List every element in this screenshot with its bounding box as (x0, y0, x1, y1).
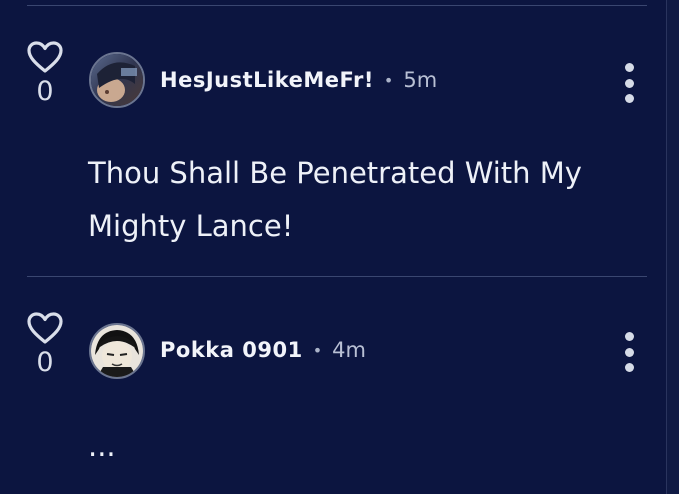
heart-icon[interactable] (26, 40, 64, 74)
timestamp: 5m (403, 68, 438, 92)
divider (27, 276, 647, 277)
meta-separator: • (383, 71, 394, 90)
like-count: 0 (36, 347, 54, 378)
more-options-icon[interactable] (622, 63, 636, 103)
more-options-icon[interactable] (622, 332, 636, 372)
heart-icon[interactable] (26, 311, 64, 345)
comment-thread: 0 HesJustLikeMeFr! • 5m Thou Shall Be Pe… (0, 0, 679, 494)
scroll-edge (666, 0, 679, 494)
comment-text: Thou Shall Be Penetrated With My Mighty … (88, 156, 582, 243)
like-control[interactable]: 0 (24, 40, 66, 105)
like-control[interactable]: 0 (24, 311, 66, 376)
comment-text: ... (88, 429, 116, 463)
avatar[interactable] (89, 323, 145, 379)
meta-separator: • (312, 341, 323, 360)
username[interactable]: Pokka 0901 (160, 338, 303, 362)
timestamp: 4m (332, 338, 366, 362)
username[interactable]: HesJustLikeMeFr! (160, 68, 374, 92)
comment-meta: HesJustLikeMeFr! • 5m (160, 70, 437, 91)
like-count: 0 (36, 76, 54, 107)
avatar-image (91, 54, 143, 106)
divider (27, 5, 647, 6)
comment-meta: Pokka 0901 • 4m (160, 340, 366, 361)
avatar-image (91, 325, 143, 377)
avatar[interactable] (89, 52, 145, 108)
